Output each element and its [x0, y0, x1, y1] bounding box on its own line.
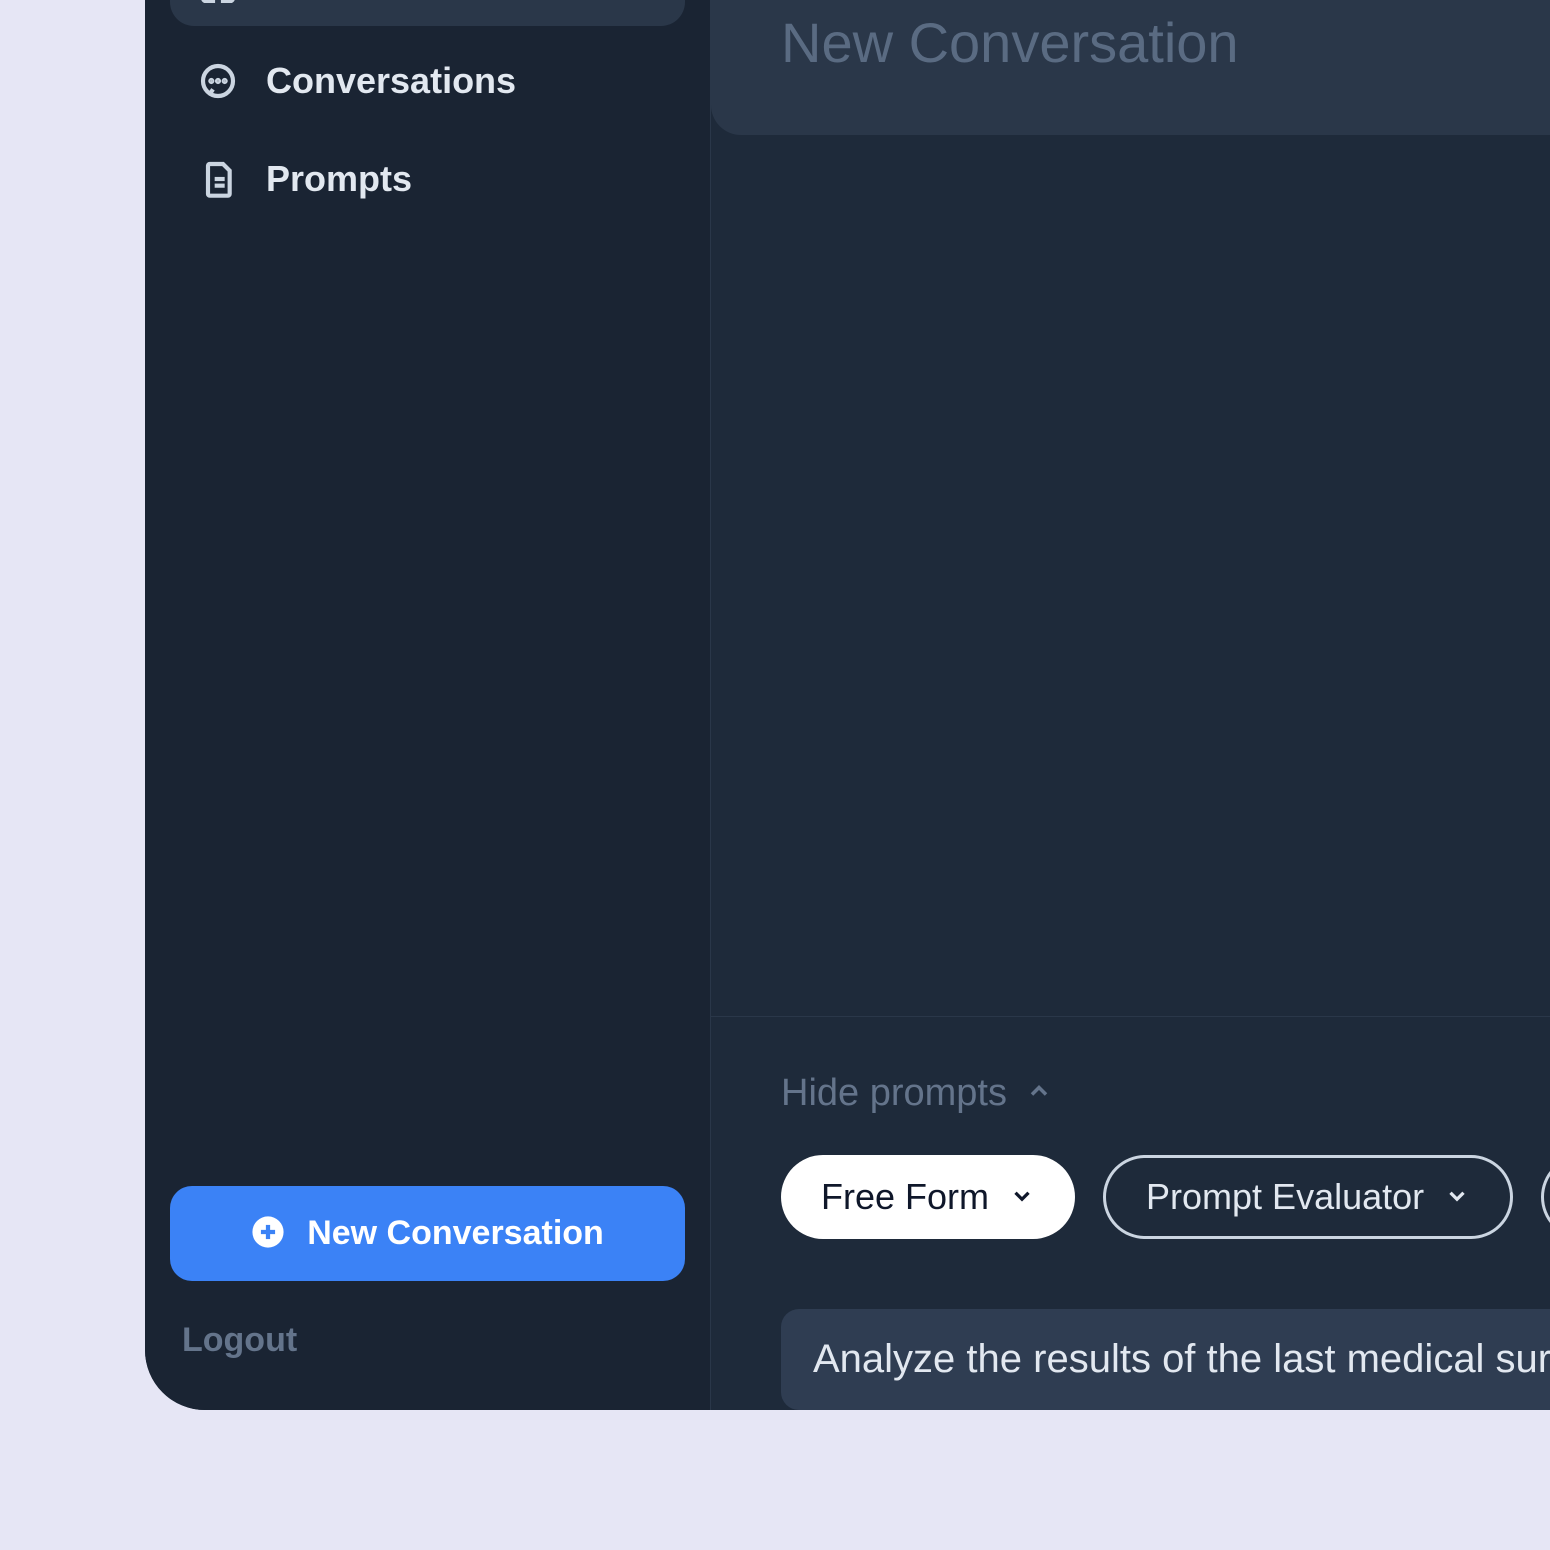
prompt-chips: Free Form Prompt Evaluator Edit [781, 1155, 1550, 1239]
prompts-panel: Hide prompts Free Form Prompt Evaluator [711, 1016, 1550, 1410]
logout-link[interactable]: Logout [170, 1321, 685, 1360]
chevron-down-icon [1444, 1176, 1470, 1218]
main-panel: New Conversation Hide prompts Free Form … [710, 0, 1550, 1410]
hide-prompts-toggle[interactable]: Hide prompts [781, 1072, 1550, 1115]
conversation-area [711, 135, 1550, 1016]
sidebar-item-conversations[interactable]: Conversations [170, 38, 685, 124]
chat-icon [198, 61, 238, 101]
title-area: New Conversation [711, 0, 1550, 135]
plus-circle-icon [251, 1215, 285, 1252]
nav-list: Dashboard Conversations Prompts [170, 0, 685, 1186]
chip-free-form[interactable]: Free Form [781, 1155, 1075, 1239]
sidebar-item-label: Conversations [266, 60, 516, 102]
chip-label: Prompt Evaluator [1146, 1176, 1424, 1218]
app-frame: Dashboard Conversations Prompts New Conv… [145, 0, 1550, 1410]
chevron-down-icon [1009, 1176, 1035, 1218]
sidebar-item-dashboard[interactable]: Dashboard [170, 0, 685, 26]
chevron-up-icon [1025, 1072, 1053, 1115]
chip-label: Free Form [821, 1176, 989, 1218]
page-title: New Conversation [781, 0, 1550, 75]
new-conversation-button[interactable]: New Conversation [170, 1186, 685, 1281]
prompt-input-text: Analyze the results of the last medical … [813, 1337, 1550, 1381]
hide-prompts-label: Hide prompts [781, 1072, 1007, 1115]
chip-edit[interactable]: Edit [1541, 1155, 1550, 1239]
sidebar-item-label: Dashboard [266, 0, 454, 4]
sidebar-item-prompts[interactable]: Prompts [170, 136, 685, 222]
chip-prompt-evaluator[interactable]: Prompt Evaluator [1103, 1155, 1513, 1239]
new-conversation-label: New Conversation [307, 1214, 604, 1253]
home-icon [198, 0, 238, 3]
sidebar-item-label: Prompts [266, 158, 412, 200]
prompt-input[interactable]: Analyze the results of the last medical … [781, 1309, 1550, 1410]
document-icon [198, 159, 238, 199]
sidebar: Dashboard Conversations Prompts New Conv… [145, 0, 710, 1410]
